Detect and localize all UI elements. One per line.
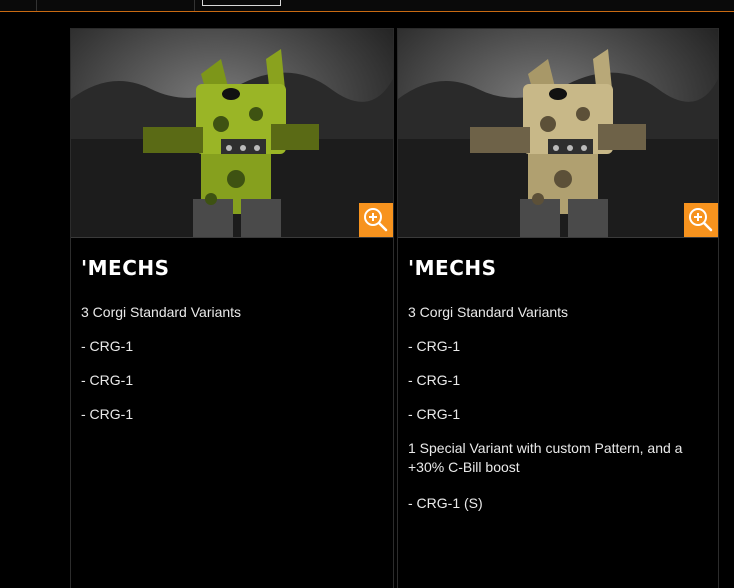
card-intro: 3 Corgi Standard Variants <box>81 304 242 320</box>
card-content: 'MECHS 3 Corgi Standard Variants - CRG-1… <box>81 256 383 439</box>
nav-tab-active[interactable] <box>202 0 281 6</box>
top-nav-bar <box>0 0 734 12</box>
variant-item: - CRG-1 <box>81 372 134 388</box>
zoom-in-icon <box>364 208 388 232</box>
variant-item: - CRG-1 <box>408 338 461 354</box>
card-intro: 3 Corgi Standard Variants <box>408 304 569 320</box>
variant-item: - CRG-1 <box>81 406 134 422</box>
card-content: 'MECHS 3 Corgi Standard Variants - CRG-1… <box>408 256 708 528</box>
corgi-mech-tan-image <box>398 29 718 237</box>
product-card: 'MECHS 3 Corgi Standard Variants - CRG-1… <box>70 28 394 588</box>
nav-separator <box>194 0 195 11</box>
corgi-mech-green-image <box>71 29 393 237</box>
zoom-button[interactable] <box>684 203 718 237</box>
product-card: 'MECHS 3 Corgi Standard Variants - CRG-1… <box>397 28 719 588</box>
mech-image[interactable] <box>71 29 393 238</box>
variant-item: - CRG-1 <box>81 338 134 354</box>
zoom-in-icon <box>689 208 713 232</box>
card-heading: 'MECHS <box>408 256 497 280</box>
mech-image[interactable] <box>398 29 718 238</box>
nav-separator <box>36 0 37 11</box>
special-variant-description: 1 Special Variant with custom Pattern, a… <box>408 440 683 475</box>
special-variant-item: - CRG-1 (S) <box>408 495 483 511</box>
zoom-button[interactable] <box>359 203 393 237</box>
variant-item: - CRG-1 <box>408 406 461 422</box>
variant-item: - CRG-1 <box>408 372 461 388</box>
card-heading: 'MECHS <box>81 256 170 280</box>
